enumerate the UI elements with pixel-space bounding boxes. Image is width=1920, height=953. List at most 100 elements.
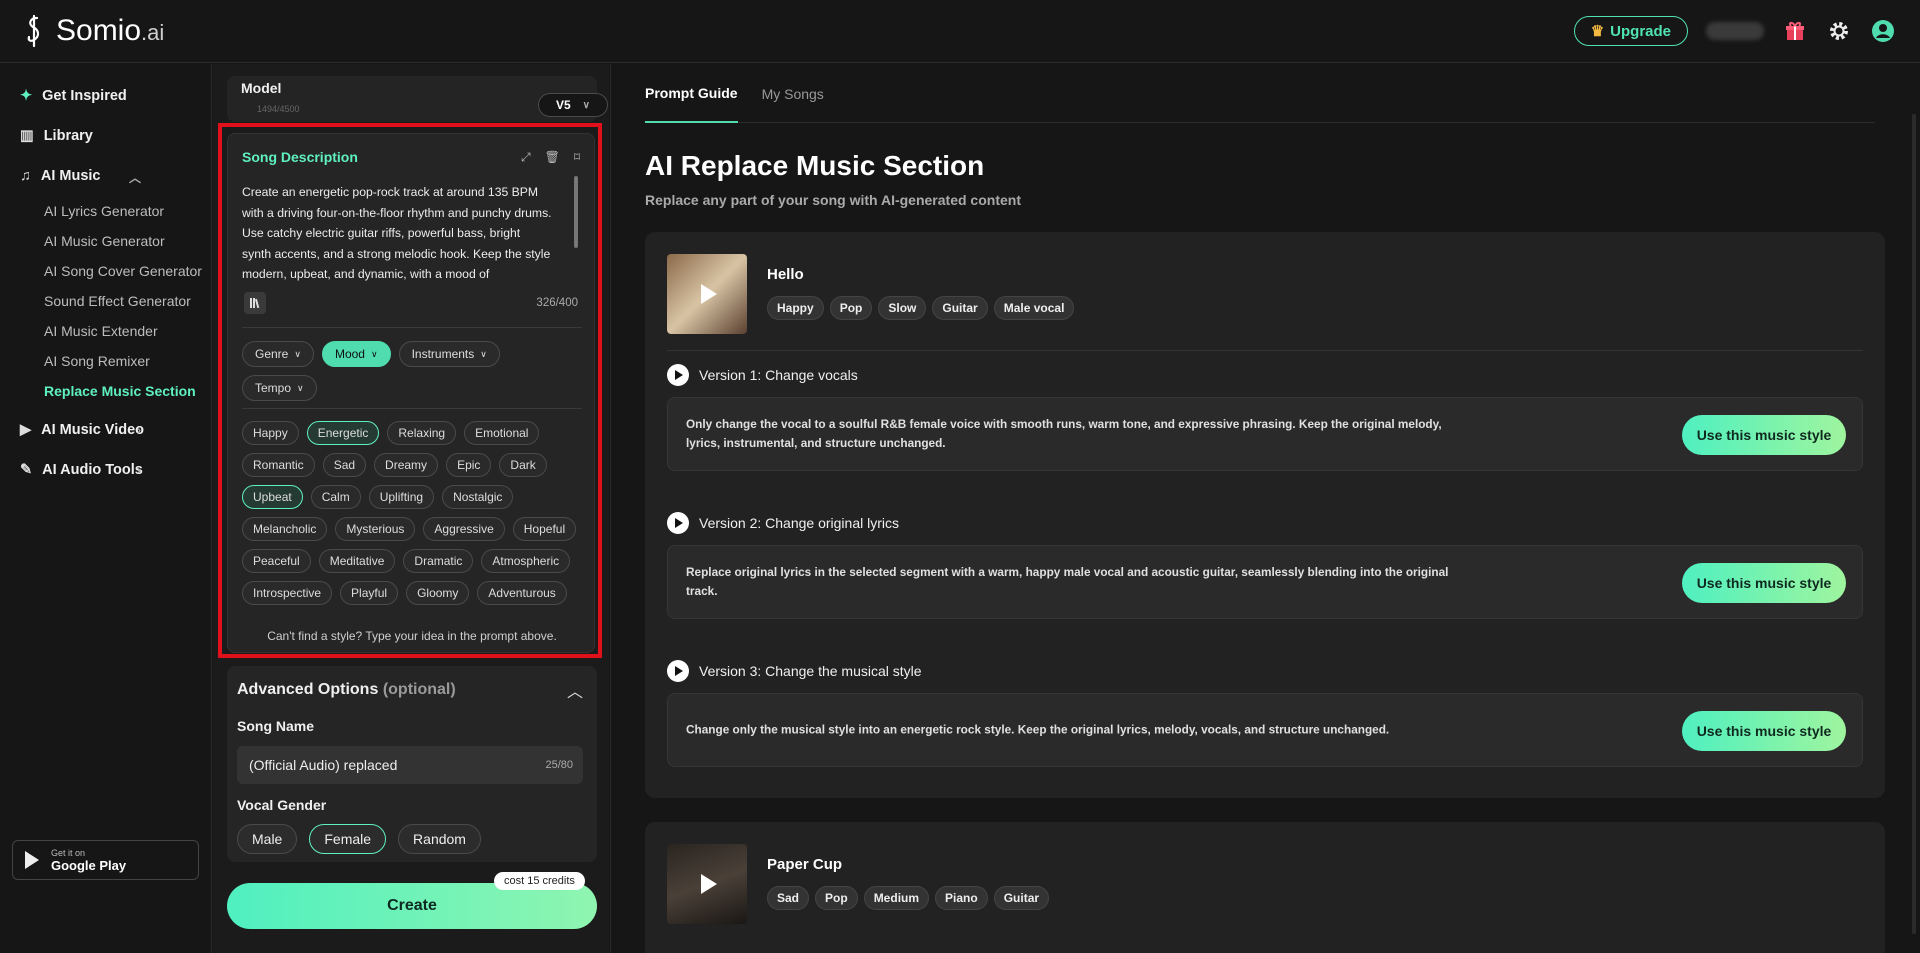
sidebar-item-ai-audio-tools[interactable]: ✎ AI Audio Tools › [0,450,211,490]
sidebar-item-ai-music-video[interactable]: ▶ AI Music Video › [0,410,211,450]
sidebar-subitem-lyrics[interactable]: AI Lyrics Generator [0,196,211,226]
sidebar-subitem-song-cover[interactable]: AI Song Cover Generator [0,256,211,286]
cost-badge: cost 15 credits [494,872,585,890]
version-text: Only change the vocal to a soulful R&B f… [686,417,1442,450]
vocal-gender-group: Male Female Random [237,824,481,854]
logo[interactable]: Somio.ai [24,14,164,48]
video-icon: ▶ [20,422,32,438]
play-icon[interactable] [667,512,689,534]
song-thumbnail[interactable] [667,844,747,924]
top-header: Somio.ai ♛ Upgrade [0,0,1920,63]
song-tag: Sad [767,886,810,910]
song-tag: Pop [815,886,858,910]
song-tag: Happy [767,296,824,320]
sidebar-item-ai-music[interactable]: ♫ AI Music ︿ [0,156,211,196]
tabs: Prompt Guide My Songs [645,64,1875,123]
song-tag: Pop [829,296,873,320]
sidebar: ✦ Get Inspired ▥ Library ♫ AI Music ︿ AI… [0,64,212,953]
sidebar-subitem-sound-effect[interactable]: Sound Effect Generator [0,286,211,316]
sidebar-subitem-replace-section[interactable]: Replace Music Section [0,376,211,406]
model-select[interactable]: V5 ∨ [538,93,608,117]
advanced-options-card: Advanced Options (optional) ︿ Song Name … [227,666,597,862]
version-2-box: Replace original lyrics in the selected … [667,545,1863,619]
version-text: Replace original lyrics in the selected … [686,565,1449,598]
song-name-count: 25/80 [545,759,573,771]
song-title: Hello [767,266,804,283]
song-name-label: Song Name [237,718,315,734]
chevron-up-icon[interactable]: ︿ [567,678,583,702]
upgrade-label: Upgrade [1610,22,1671,40]
use-style-button[interactable]: Use this music style [1682,415,1846,455]
upgrade-button[interactable]: ♛ Upgrade [1573,16,1688,46]
song-card-hello: Hello Happy Pop Slow Guitar Male vocal V… [645,232,1885,798]
logo-text: Somio [56,14,142,47]
version-title: Version 1: Change vocals [699,367,858,383]
header-actions: ♛ Upgrade [1573,16,1896,46]
credits-blurred [1706,22,1764,40]
sidebar-item-library[interactable]: ▥ Library [0,116,211,156]
gift-icon[interactable] [1782,18,1808,44]
page-title: AI Replace Music Section [645,150,985,181]
gender-male[interactable]: Male [237,824,298,854]
version-1-box: Only change the vocal to a soulful R&B f… [667,397,1863,471]
music-note-icon: ♫ [20,168,31,184]
song-thumbnail[interactable] [667,254,747,334]
gender-female[interactable]: Female [309,824,387,854]
avatar[interactable] [1870,18,1896,44]
chevron-right-icon: › [137,463,141,477]
use-style-button[interactable]: Use this music style [1682,563,1846,603]
sidebar-item-label: Get Inspired [42,88,127,104]
song-title: Paper Cup [767,856,843,873]
model-value: V5 [555,98,571,112]
song-tag: Slow [878,296,927,320]
crown-icon: ♛ [1590,23,1605,40]
logo-suffix: .ai [141,20,165,45]
google-play-icon [25,851,39,869]
version-title: Version 3: Change the musical style [699,663,922,679]
version-title: Version 2: Change original lyrics [699,515,899,531]
song-name-value: (Official Audio) replaced [249,757,398,773]
use-style-button[interactable]: Use this music style [1682,711,1846,751]
model-row: Model 1494/4500 V5 ∨ [227,76,608,122]
sidebar-item-get-inspired[interactable]: ✦ Get Inspired [0,76,211,116]
sidebar-subitem-song-remixer[interactable]: AI Song Remixer [0,346,211,376]
sidebar-item-label: AI Audio Tools [42,462,143,478]
tab-my-songs[interactable]: My Songs [762,64,824,123]
adv-optional-text: (optional) [382,681,456,698]
adv-title-text: Advanced Options [237,681,379,698]
version-3-box: Change only the musical style into an en… [667,693,1863,767]
logo-mark-icon [27,14,40,48]
google-play-button[interactable]: Get it on Google Play [12,840,199,880]
gear-icon[interactable] [1826,18,1852,44]
tab-prompt-guide[interactable]: Prompt Guide [645,64,738,123]
gender-random[interactable]: Random [398,824,481,854]
chevron-right-icon: › [137,423,141,437]
song-tag: Male vocal [993,296,1075,320]
model-label: Model [241,80,282,96]
advanced-options-title[interactable]: Advanced Options (optional) [237,681,456,699]
sidebar-subitem-music-generator[interactable]: AI Music Generator [0,226,211,256]
play-icon [701,284,717,304]
highlight-box [218,123,602,658]
sidebar-item-label: AI Music Video [41,422,145,438]
version-2-header: Version 2: Change original lyrics [667,512,899,534]
main-scrollbar[interactable] [1912,114,1916,934]
model-faded-text: 1494/4500 [257,104,300,114]
version-1-header: Version 1: Change vocals [667,364,858,386]
song-tags: Happy Pop Slow Guitar Male vocal [767,296,1075,320]
main-content: Prompt Guide My Songs AI Replace Music S… [610,64,1920,953]
page-subtitle: Replace any part of your song with AI-ge… [645,192,1021,208]
play-icon [701,874,717,894]
library-icon: ▥ [20,128,34,144]
song-tag: Medium [863,886,930,910]
song-tag: Guitar [932,296,988,320]
play-icon[interactable] [667,364,689,386]
wrench-icon: ✎ [20,462,33,478]
song-tags: Sad Pop Medium Piano Guitar [767,886,1050,910]
song-card-paper-cup: Paper Cup Sad Pop Medium Piano Guitar [645,822,1885,953]
sidebar-subitem-music-extender[interactable]: AI Music Extender [0,316,211,346]
song-name-input[interactable]: (Official Audio) replaced 25/80 [237,746,583,784]
sidebar-item-label: AI Music [40,168,101,184]
play-icon[interactable] [667,660,689,682]
gplay-big: Google Play [51,857,127,873]
